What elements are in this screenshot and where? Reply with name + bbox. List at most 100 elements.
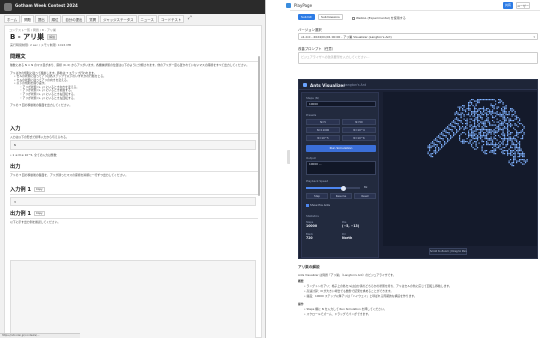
stat-pos: Pos (−5, −13) <box>342 221 359 228</box>
scrollbar[interactable] <box>258 56 260 196</box>
tab-questions[interactable]: 質問 <box>86 15 100 23</box>
site-name[interactable]: Gotham Week Contest 2024 <box>15 3 78 8</box>
version-value: v1.0.0 - 2024/01/01 00:00 - アリ巣 Visualiz… <box>301 35 392 39</box>
checkbox[interactable] <box>352 16 355 20</box>
list-item: アリが状態 (x, y) にいるとき左回転する。 <box>14 96 254 101</box>
page-label: PlayPage <box>294 3 313 8</box>
reset-button[interactable]: Reset <box>354 193 376 199</box>
list-item: スクロールでズーム、ドラッグでパンができます。 <box>304 312 371 316</box>
statement-heading: 問題文 <box>10 54 26 60</box>
simulation-canvas[interactable] <box>383 92 537 246</box>
checkbox-label: WebGL (Experimental) を使用する <box>356 16 406 20</box>
submissions-button[interactable]: Submissions <box>318 14 343 20</box>
problem-content: コンテスト一覧 / 問題 / B - アリ巣 B - アリ巣 解説 実行時間制限:… <box>4 25 262 338</box>
preset-button[interactable]: N=10^5 <box>306 135 340 141</box>
preset-button[interactable]: N=50 <box>342 119 376 125</box>
tab-standings[interactable]: 順位 <box>48 15 62 23</box>
run-simulation-button[interactable]: Run Simulation <box>306 145 376 152</box>
statement-tail: アリの T 回の移動後の盤面を出力してください。 <box>10 103 73 107</box>
show-pre-ants-toggle[interactable]: Show Pre Ants <box>306 203 330 207</box>
stat-dir: Dir North <box>342 233 352 240</box>
site-logo[interactable] <box>4 3 12 11</box>
divider <box>10 171 258 172</box>
stat-black: Black 720 <box>306 233 313 240</box>
stat-value: 720 <box>306 236 313 240</box>
steps-label: Steps (N) <box>306 96 319 100</box>
ant-icon <box>303 83 307 87</box>
page-title: B - アリ巣 解説 <box>10 32 58 42</box>
copy-button[interactable]: Copy <box>33 211 45 216</box>
submit-button[interactable]: Submit <box>298 14 315 20</box>
user-button[interactable]: ユーザー <box>516 2 530 9</box>
divider <box>10 61 258 62</box>
list-item: ラングトンのアリ：格子上の各セルは白か黒のどちらかの状態を持ち、アリはセルの色に… <box>304 284 452 288</box>
slider-fill <box>306 187 344 189</box>
step-button[interactable]: Step <box>306 193 328 199</box>
tab-code-test[interactable]: コードテスト <box>157 15 185 23</box>
resume-button[interactable]: Resume <box>330 193 352 199</box>
contest-nav: ホーム 問題 提出 順位 自分の提出 質問 ジャッジステータス ニュース コード… <box>4 15 262 24</box>
stat-steps: Steps 10000 <box>306 221 317 228</box>
problem-title: B - アリ巣 <box>10 33 45 41</box>
speed-slider[interactable] <box>306 185 360 191</box>
output-textarea[interactable]: 10000 ... <box>306 161 376 175</box>
stat-value: 10000 <box>306 224 318 228</box>
tab-judge-status[interactable]: ジャッジステータス <box>100 15 137 23</box>
play-icon <box>286 3 291 8</box>
version-select[interactable]: v1.0.0 - 2024/01/01 00:00 - アリ巣 Visualiz… <box>298 33 538 40</box>
input-format-box: N <box>10 140 256 150</box>
zoom-hint: Scroll to Zoom | Drag to Pan <box>429 248 467 255</box>
problem-pane: Gotham Week Contest 2024 ホーム 問題 提出 順位 自分… <box>0 0 266 338</box>
editorial-badge[interactable]: 解説 <box>47 34 58 40</box>
visualizer-title: Ants Visualizer <box>310 82 346 88</box>
preset-button[interactable]: N=10^4 <box>342 127 376 133</box>
output-text: アリの T 回の移動後の盤面を、アリが通ったマスの座標を昇順に一行ずつ出力してく… <box>10 173 128 177</box>
speed-value: 8x <box>364 185 368 189</box>
list-item: Steps 欄に N を入力して Run Simulation を押してください… <box>304 307 387 311</box>
preset-button[interactable]: N=5 <box>306 119 340 125</box>
prompt-input[interactable]: ビジュアライザへの改善要望を入力してください... <box>298 52 538 64</box>
info-heading: アリ巣の解説 <box>298 265 320 269</box>
statement-text: 無数にある N × N のマス目があり、座標 (0, 0) からアリがいます。各… <box>10 63 250 67</box>
tab-my-submissions[interactable]: 自分の提出 <box>62 15 86 23</box>
expand-icon[interactable]: ⤢ <box>185 15 194 23</box>
visualizer-subtitle: Langton's Ant <box>344 83 366 87</box>
info-subheading: 操作 <box>298 302 304 306</box>
limits-text: 実行時間制限: 2 sec / メモリ制限: 1024 MB <box>10 43 72 47</box>
slider-knob[interactable] <box>341 185 347 191</box>
info-intro: Ants Visualizer は問題「アリ巣」（Langton's Ant）の… <box>298 273 396 277</box>
rules-list: セルの状態に従ってアリは各ステップで以下のいずれかの行動をとる。 セルの状態に従… <box>14 74 254 101</box>
input-constraint: • 1 ≤ N ≤ 10^5, 全ての入力は整数 <box>10 153 57 157</box>
sample-input-heading: 入力例 1 Copy <box>10 186 45 193</box>
sample-output-heading: 出力例 1 Copy <box>10 210 45 217</box>
checkbox[interactable] <box>306 203 309 207</box>
site-header: Gotham Week Contest 2024 <box>0 0 265 14</box>
list-item: 描画：10000 ステップ以降アリは「ハイウェイ」と呼ばれる周期的な構造を作りま… <box>304 294 417 298</box>
steps-input[interactable]: 10000 <box>306 101 376 107</box>
list-item: 高速計算：N が大きい場合でも数秒で結果を求めることができます。 <box>304 289 394 293</box>
speed-label: Playback Speed <box>306 179 329 183</box>
divider <box>10 218 258 219</box>
chevron-down-icon: ▾ <box>533 35 535 39</box>
tab-home[interactable]: ホーム <box>4 15 21 23</box>
tab-submit[interactable]: 提出 <box>34 15 48 23</box>
webgl-toggle[interactable]: WebGL (Experimental) を使用する <box>352 16 406 20</box>
presets-label: Presets <box>306 113 317 117</box>
play-header: PlayPage 共有 ユーザー <box>286 0 540 11</box>
sample-output-box <box>10 260 256 338</box>
tab-problems[interactable]: 問題 <box>21 15 34 23</box>
preset-button[interactable]: N=10^6 <box>342 135 376 141</box>
split-divider[interactable] <box>266 0 291 338</box>
preset-button[interactable]: N=11000 <box>306 127 340 133</box>
copy-button[interactable]: Copy <box>33 187 45 192</box>
play-pane: PlayPage 共有 ユーザー Submit Submissions WebG… <box>286 0 540 338</box>
status-url: https://atcoder.jp/contests/... <box>0 333 80 338</box>
info-subheading: 概要 <box>298 279 304 283</box>
sample-input-box: 3 <box>10 197 256 206</box>
prompt-label: 改善プロンプト（任意） <box>298 47 336 51</box>
divider <box>10 133 258 134</box>
share-button[interactable]: 共有 <box>503 2 513 9</box>
tab-news[interactable]: ニュース <box>137 15 157 23</box>
sample-output-title: 出力例 1 <box>10 211 31 217</box>
output-label: Output <box>306 156 316 160</box>
